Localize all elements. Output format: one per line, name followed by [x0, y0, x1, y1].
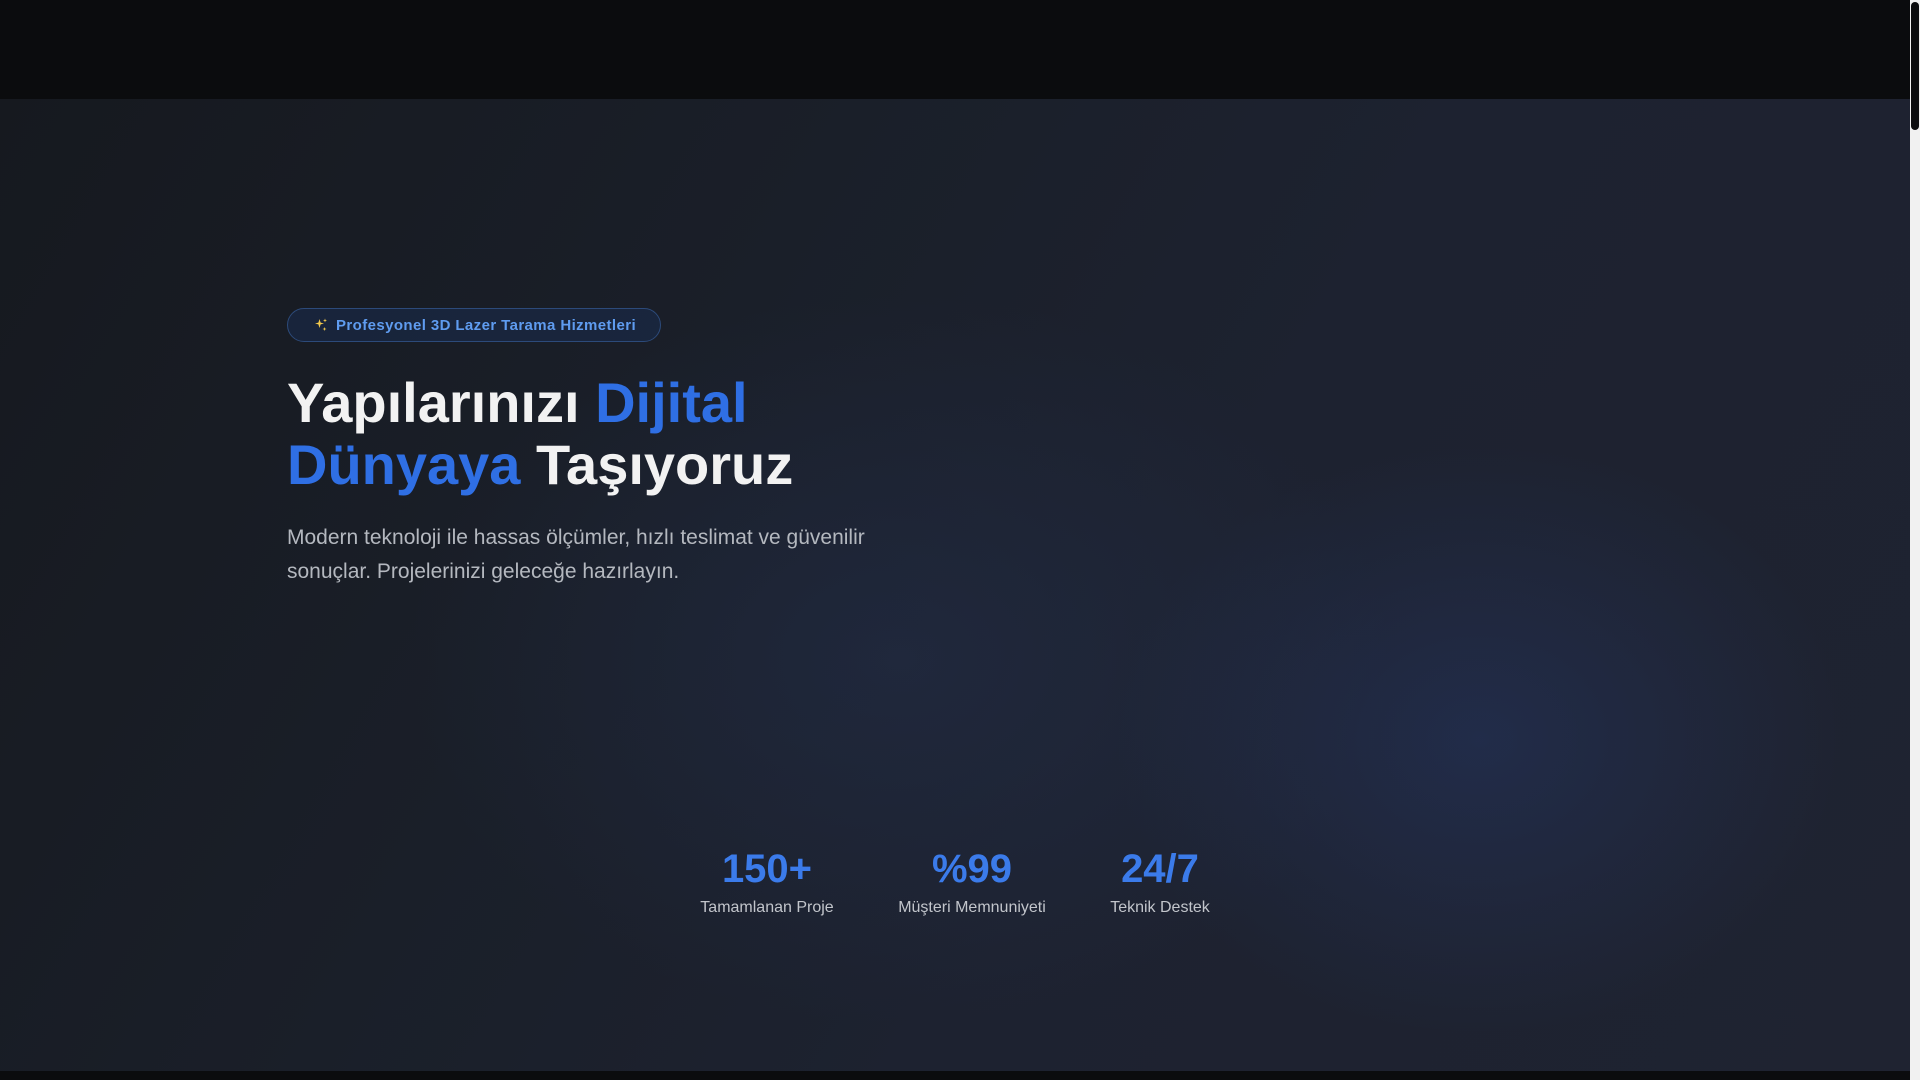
- stat-label: Müşteri Memnuniyeti: [898, 899, 1046, 916]
- stat-value: 150+: [721, 847, 813, 891]
- top-navbar: [0, 0, 1910, 99]
- stat-customer-satisfaction: %99 Müşteri Memnuniyeti: [898, 844, 1046, 919]
- headline-accent-1: Dijital: [595, 371, 748, 434]
- stat-value: 24/7: [1121, 847, 1199, 891]
- page-scrollbar[interactable]: [1910, 0, 1920, 1080]
- hero-headline: Yapılarınızı Dijital Dünyaya Taşıyoruz: [287, 372, 927, 496]
- sparkles-icon: [314, 318, 328, 332]
- hero-subtitle: Modern teknoloji ile hassas ölçümler, hı…: [287, 526, 865, 583]
- stat-label: Teknik Destek: [1110, 899, 1210, 916]
- hero-badge: Profesyonel 3D Lazer Tarama Hizmetleri: [287, 308, 662, 342]
- headline-part-2: Taşıyoruz: [520, 433, 794, 496]
- hero-badge-text: Profesyonel 3D Lazer Tarama Hizmetleri: [336, 316, 637, 334]
- stat-value: %99: [931, 847, 1013, 891]
- stat-completed-projects: 150+ Tamamlanan Proje: [700, 844, 833, 919]
- stat-technical-support: 24/7 Teknik Destek: [1110, 844, 1210, 919]
- scrollbar-thumb[interactable]: [1911, 2, 1919, 130]
- stat-label: Tamamlanan Proje: [700, 899, 834, 916]
- headline-accent-2: Dünyaya: [287, 433, 521, 496]
- section-divider: [0, 1071, 1910, 1080]
- headline-part-1: Yapılarınızı: [287, 371, 596, 434]
- page: Profesyonel 3D Lazer Tarama Hizmetleri Y…: [0, 0, 1920, 1080]
